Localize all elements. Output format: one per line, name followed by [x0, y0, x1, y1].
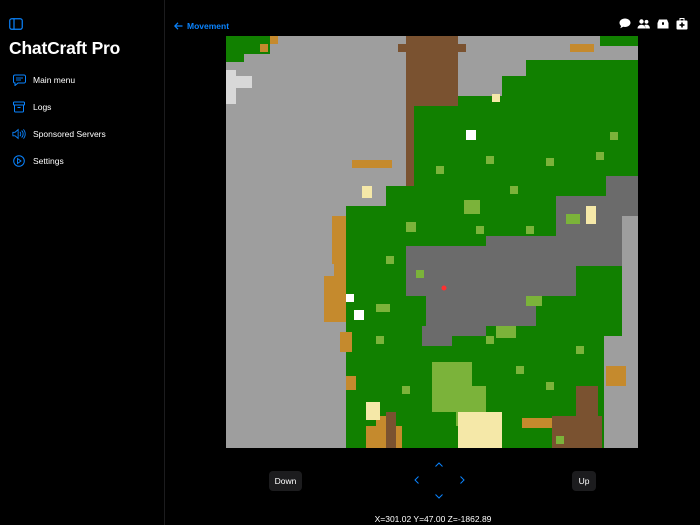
sidebar-item-label: Logs	[33, 101, 52, 112]
sidebar-item-label: Sponsored Servers	[33, 128, 106, 139]
sidebar: ChatCraft Pro Main menu Logs Sponsored S…	[0, 0, 165, 525]
sidebar-item-sponsored-servers[interactable]: Sponsored Servers	[0, 120, 165, 147]
speaker-wave-icon	[12, 127, 26, 141]
minimap[interactable]	[226, 36, 638, 448]
archive-box-icon	[12, 100, 26, 114]
sidebar-item-settings[interactable]: Settings	[0, 147, 165, 174]
back-label: Movement	[187, 21, 230, 31]
back-button[interactable]: Movement	[173, 17, 230, 35]
down-button[interactable]: Down	[269, 471, 302, 491]
minimap-canvas	[226, 36, 638, 448]
up-button[interactable]: Up	[572, 471, 596, 491]
main-content: Movement Down Up X=301.02 Y=47.00 Z=-186…	[166, 0, 700, 525]
chevron-down-icon[interactable]	[434, 491, 444, 501]
chevron-up-icon[interactable]	[434, 459, 444, 469]
gear-circle-icon	[12, 154, 26, 168]
sidebar-item-main-menu[interactable]: Main menu	[0, 66, 165, 93]
toolbar-icons	[618, 17, 688, 30]
sidebar-item-label: Settings	[33, 155, 64, 166]
chevron-left-icon[interactable]	[411, 475, 421, 485]
medkit-icon[interactable]	[675, 17, 688, 30]
terrain-sand	[332, 216, 346, 264]
chevron-right-icon[interactable]	[457, 475, 467, 485]
chat-bubble-icon[interactable]	[618, 17, 631, 30]
inventory-icon[interactable]	[656, 17, 669, 30]
coordinates-readout: X=301.02 Y=47.00 Z=-1862.89	[374, 514, 492, 524]
player-marker	[441, 285, 447, 291]
sidebar-item-label: Main menu	[33, 74, 76, 85]
direction-pad	[411, 459, 467, 501]
arrow-left-icon	[173, 17, 183, 35]
sidebar-icon[interactable]	[9, 17, 23, 30]
app-window: ChatCraft Pro Main menu Logs Sponsored S…	[0, 0, 700, 525]
sidebar-nav: Main menu Logs Sponsored Servers Setting…	[0, 66, 165, 174]
chat-bubble-icon	[12, 73, 26, 87]
terrain-white-block	[466, 130, 476, 140]
app-title: ChatCraft Pro	[9, 38, 121, 58]
sidebar-item-logs[interactable]: Logs	[0, 93, 165, 120]
terrain-snow	[226, 70, 236, 104]
people-icon[interactable]	[637, 17, 650, 30]
terrain-pale-sand	[458, 412, 502, 448]
